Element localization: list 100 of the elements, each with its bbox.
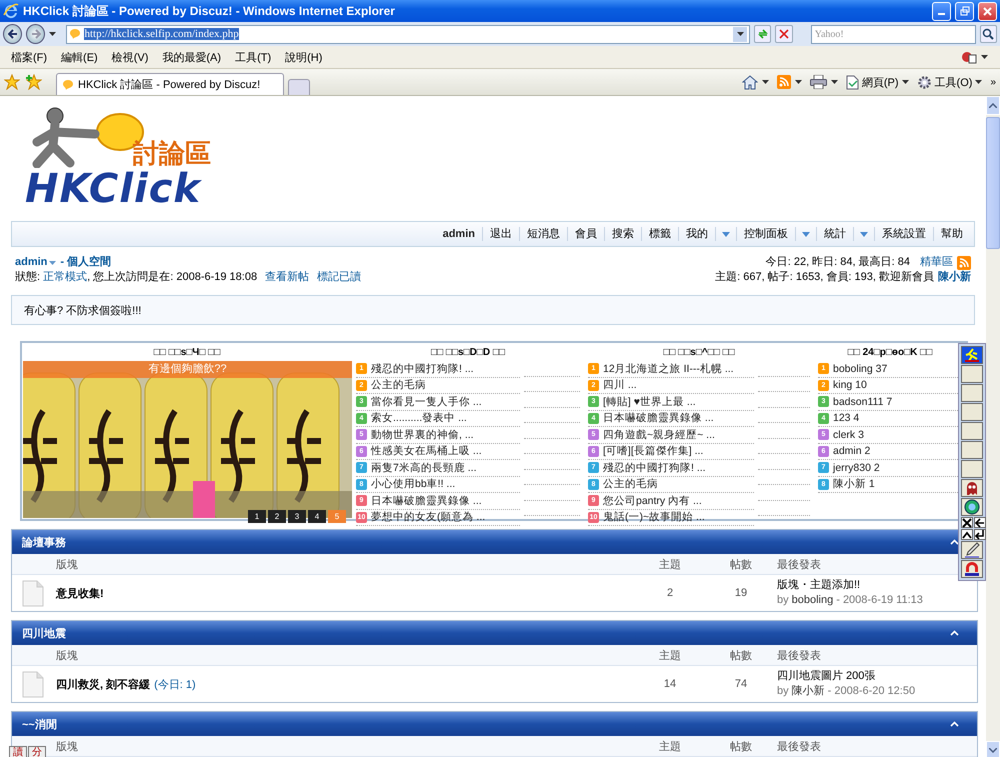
list-link[interactable]: 殘忍的中國打狗隊! ...	[371, 362, 474, 376]
nav-link[interactable]: 標籤	[642, 227, 678, 241]
dropdown-caret-icon[interactable]	[722, 232, 730, 236]
toolbar-button[interactable]	[961, 541, 983, 559]
more-button[interactable]: »	[990, 76, 996, 88]
home-icon[interactable]	[742, 74, 758, 90]
author-link[interactable]: 陳小新	[792, 684, 825, 699]
nav-link[interactable]: 會員	[568, 227, 604, 241]
toolbar-button[interactable]	[961, 346, 983, 364]
last-post-link[interactable]: 四川地震圖片 200張	[777, 670, 876, 682]
menu-item[interactable]: 檢視(V)	[104, 50, 156, 64]
menu-item[interactable]: 檔案(F)	[4, 50, 54, 64]
translate-icon[interactable]	[961, 50, 977, 64]
list-link[interactable]: clerk 3	[833, 428, 864, 441]
address-field[interactable]: http://hkclick.selfip.com/index.php	[66, 24, 750, 44]
list-link[interactable]: 日本嚇破膽靈異錄像 ...	[603, 411, 714, 426]
list-link[interactable]: boboling 37	[833, 362, 888, 375]
back-button[interactable]	[3, 24, 22, 44]
scrollbar[interactable]	[986, 96, 1000, 757]
nav-link[interactable]: 搜索	[605, 227, 641, 241]
list-link[interactable]: 12月北海道之旅 II---札幌 ...	[603, 362, 734, 376]
status-link[interactable]: 標記已讀	[317, 270, 362, 285]
collapse-icon[interactable]	[950, 721, 959, 727]
list-link[interactable]: 小心使用bb車!! ...	[371, 477, 456, 492]
list-link[interactable]: admin 2	[833, 445, 870, 458]
search-field[interactable]: Yahoo!	[810, 24, 976, 44]
nav-link[interactable]: 短消息	[520, 227, 567, 241]
toolbar-button[interactable]	[961, 498, 983, 516]
menu-item[interactable]: 說明(H)	[278, 50, 330, 64]
widget-tab[interactable]: 分	[28, 746, 46, 757]
list-link[interactable]: 四角遊戲~親身經歷~ ...	[603, 428, 715, 442]
nav-link[interactable]: 我的	[679, 227, 715, 241]
forum-link[interactable]: 四川救災, 刻不容緩	[56, 676, 150, 692]
status-link[interactable]: 查看新帖	[265, 270, 310, 285]
menu-item[interactable]: 編輯(E)	[54, 50, 105, 64]
refresh-button[interactable]	[754, 25, 772, 43]
toolbar-button[interactable]	[961, 517, 973, 528]
restore-button[interactable]	[955, 2, 974, 20]
widget-tab[interactable]: 讀	[9, 746, 27, 757]
menu-item[interactable]: 工具(T)	[228, 50, 278, 64]
nav-link[interactable]: 退出	[483, 227, 519, 241]
list-link[interactable]: 123 4	[833, 412, 860, 424]
minimize-button[interactable]	[932, 2, 951, 20]
page-button[interactable]: 4	[308, 510, 326, 523]
nav-user-link[interactable]: admin	[436, 227, 482, 241]
list-link[interactable]: 日本嚇破膽靈異錄像 ...	[371, 494, 482, 508]
space-link[interactable]: - 個人空間	[60, 255, 112, 270]
list-link[interactable]: 鬼話(一)~故事開始 ...	[603, 510, 705, 524]
list-link[interactable]: 陳小新 1	[833, 477, 875, 492]
add-favorite-icon[interactable]	[26, 74, 42, 90]
star-icon[interactable]	[4, 74, 20, 90]
list-link[interactable]: 公主的毛病	[371, 378, 426, 392]
page-button[interactable]: 3	[288, 510, 306, 523]
list-link[interactable]: [可嗜][長篇傑作集] ...	[603, 444, 704, 458]
user-link[interactable]: admin	[15, 255, 56, 270]
mode-link[interactable]: 正常模式	[43, 271, 88, 283]
toolbar-button[interactable]	[961, 560, 983, 578]
nav-link[interactable]: 統計	[817, 227, 853, 241]
dropdown-caret-icon[interactable]	[860, 232, 868, 236]
list-link[interactable]: king 10	[833, 379, 867, 392]
command-button[interactable]: 網頁(P)	[846, 74, 909, 90]
collapse-icon[interactable]	[950, 539, 959, 545]
list-link[interactable]: 夢想中的女友(願意為 ...	[371, 510, 486, 524]
nav-link[interactable]: 幫助	[934, 227, 970, 241]
dropdown-caret-icon[interactable]	[802, 232, 810, 236]
search-button[interactable]	[980, 25, 998, 43]
list-link[interactable]: 公主的毛病	[603, 477, 658, 492]
list-link[interactable]: 索女..........發表中 ...	[371, 411, 467, 426]
close-button[interactable]	[978, 2, 997, 20]
member-link[interactable]: 陳小新	[938, 270, 971, 285]
toolbar-button[interactable]	[974, 529, 986, 540]
list-link[interactable]: 殘忍的中國打狗隊! ...	[603, 460, 706, 475]
menu-item[interactable]: 我的最愛(A)	[155, 50, 228, 64]
page-button[interactable]: 1	[248, 510, 266, 523]
nav-link[interactable]: 系統設置	[875, 227, 933, 241]
toolbar-button[interactable]	[974, 517, 986, 528]
printer-icon[interactable]	[810, 75, 827, 89]
digest-link[interactable]: 精華區	[920, 255, 953, 270]
list-link[interactable]: 您公司pantry 內有 ...	[603, 494, 702, 508]
toolbar-button[interactable]	[961, 479, 983, 497]
author-link[interactable]: boboling	[792, 593, 834, 608]
collapse-icon[interactable]	[950, 630, 959, 636]
forum-link[interactable]: 意見收集!	[56, 586, 104, 600]
page-button[interactable]: 2	[268, 510, 286, 523]
stop-button[interactable]	[775, 25, 793, 43]
nav-link[interactable]: 控制面板	[737, 227, 795, 241]
list-link[interactable]: 四川 ...	[603, 378, 637, 392]
last-post-link[interactable]: 版塊・主題添加!!	[777, 579, 860, 591]
list-link[interactable]: 動物世界裏的神偷, ...	[371, 428, 474, 442]
toolbar-button[interactable]	[961, 529, 973, 540]
list-link[interactable]: jerry830 2	[833, 462, 880, 474]
scrollbar-thumb[interactable]	[986, 117, 1000, 249]
command-button[interactable]: 工具(O)	[916, 74, 982, 90]
list-link[interactable]: [轉貼] ♥世界上最 ...	[603, 394, 696, 409]
browser-tab[interactable]: HKClick 討論區 - Powered by Discuz!	[56, 73, 284, 95]
forward-button[interactable]	[26, 24, 46, 44]
list-link[interactable]: 當你看見一隻人手你 ...	[371, 394, 482, 409]
list-link[interactable]: 兩隻7米高的長頸鹿 ...	[371, 460, 477, 475]
list-link[interactable]: 性感美女在馬桶上吸 ...	[371, 444, 482, 458]
list-link[interactable]: badson111 7	[833, 396, 892, 408]
